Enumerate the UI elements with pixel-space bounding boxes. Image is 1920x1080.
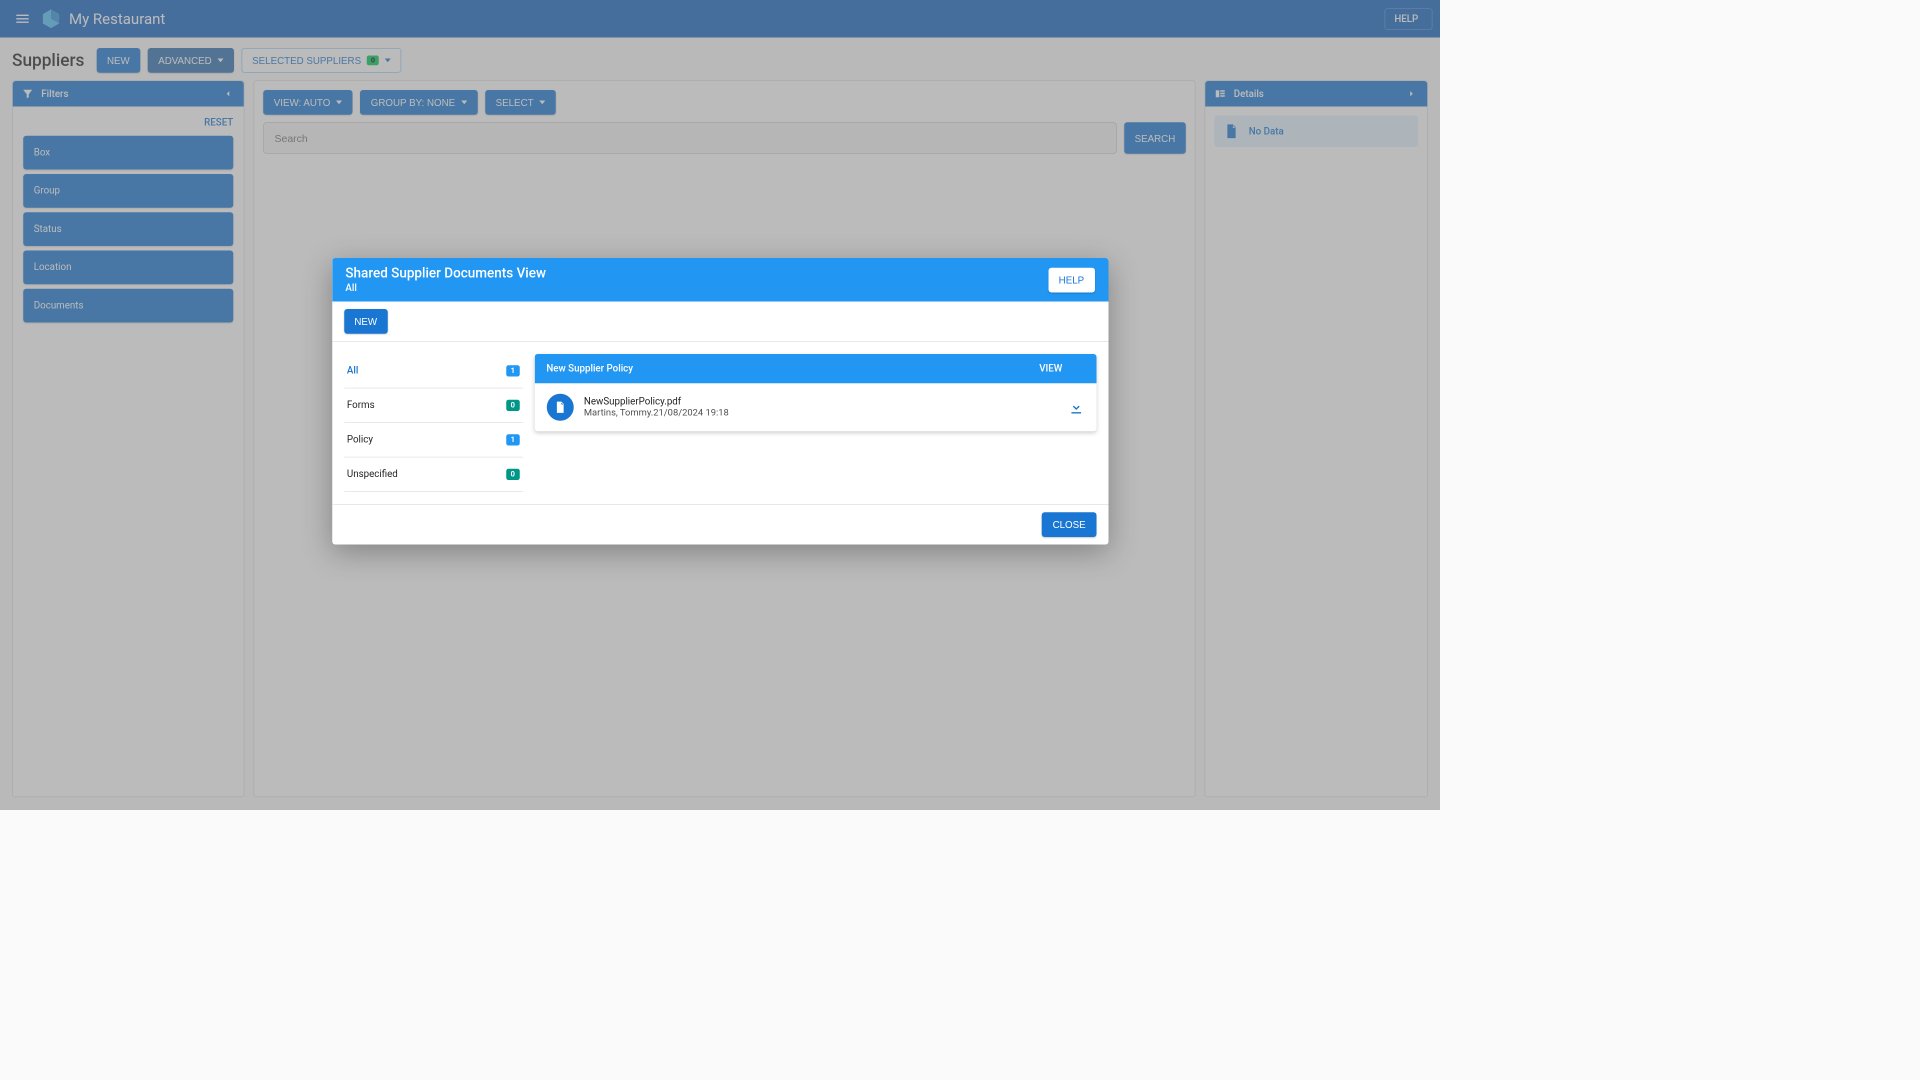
modal-overlay[interactable]: Shared Supplier Documents View All HELP … (0, 0, 1440, 810)
count-badge: 1 (506, 434, 519, 445)
count-badge: 0 (506, 469, 519, 480)
dialog-subtitle: All (345, 283, 546, 294)
view-document-button[interactable]: VIEW (1039, 363, 1073, 374)
file-icon (553, 401, 567, 415)
document-title: New Supplier Policy (546, 363, 633, 374)
dialog-footer: CLOSE (332, 504, 1108, 545)
dialog-toolbar: NEW (332, 302, 1108, 343)
dialog-help-button[interactable]: HELP (1048, 267, 1094, 292)
document-card-header: New Supplier Policy VIEW (534, 354, 1096, 383)
category-all[interactable]: All 1 (344, 354, 523, 389)
download-icon (1068, 399, 1085, 416)
file-icon-circle (546, 394, 573, 421)
count-badge: 0 (506, 400, 519, 411)
close-button[interactable]: CLOSE (1042, 512, 1096, 537)
documents-dialog: Shared Supplier Documents View All HELP … (332, 258, 1108, 545)
category-unspecified[interactable]: Unspecified 0 (344, 458, 523, 493)
category-policy[interactable]: Policy 1 (344, 423, 523, 458)
file-name: NewSupplierPolicy.pdf (584, 396, 729, 407)
dialog-new-button[interactable]: NEW (344, 309, 388, 334)
dialog-header: Shared Supplier Documents View All HELP (332, 258, 1108, 302)
file-meta: Martins, Tommy.21/08/2024 19:18 (584, 407, 729, 418)
document-card: New Supplier Policy VIEW NewSupplierPoli… (534, 354, 1096, 431)
category-forms[interactable]: Forms 0 (344, 389, 523, 424)
count-badge: 1 (506, 365, 519, 376)
download-button[interactable] (1068, 399, 1085, 416)
category-list: All 1 Forms 0 Policy 1 Unspecified 0 (344, 354, 523, 492)
dialog-title: Shared Supplier Documents View (345, 266, 546, 282)
